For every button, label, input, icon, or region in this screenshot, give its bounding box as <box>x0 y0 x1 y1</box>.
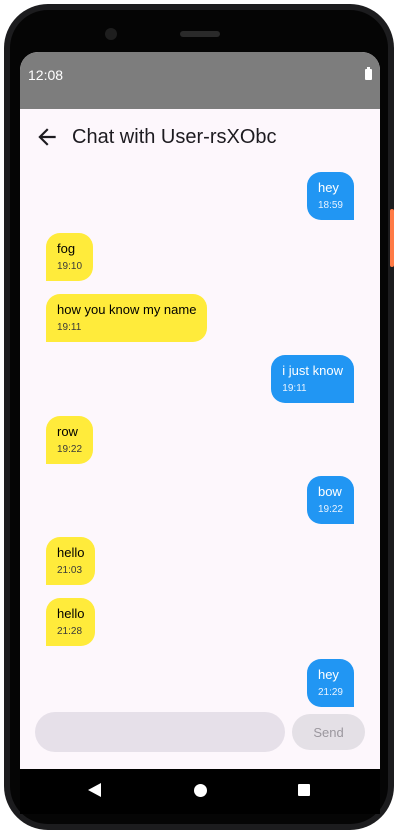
message-time: 19:22 <box>317 504 343 515</box>
message-composer: Send <box>20 712 380 769</box>
message-text: how you know my name <box>57 302 197 317</box>
page-title: Chat with User-rsXObc <box>72 126 277 148</box>
message-text: hey <box>317 180 339 195</box>
nav-back-icon[interactable] <box>88 783 101 797</box>
message-text: bow <box>317 484 342 499</box>
message-time: 21:28 <box>57 626 83 637</box>
message-time: 21:29 <box>317 687 343 698</box>
message-bubble: row 19:22 <box>46 416 94 464</box>
message-bubble: how you know my name 19:11 <box>46 294 208 342</box>
message-text: row <box>57 424 78 439</box>
message-time: 18:59 <box>317 200 343 211</box>
message-text: hello <box>57 545 85 560</box>
status-time: 12:08 <box>28 67 64 83</box>
message-bubble: hey 18:59 <box>306 172 354 220</box>
message-bubble: i just know 19:11 <box>271 355 354 403</box>
front-camera <box>105 28 117 40</box>
message-time: 19:11 <box>57 322 82 333</box>
message-time: 19:10 <box>57 261 83 272</box>
message-bubble: hello 21:03 <box>46 537 96 585</box>
app-bar: Chat with User-rsXObc <box>20 109 380 167</box>
message-text: i just know <box>282 363 343 378</box>
send-button[interactable]: Send <box>292 714 365 750</box>
message-bubble: hey 21:29 <box>306 659 354 707</box>
message-list[interactable]: hey 18:59 fog 19:10 how you know my name… <box>20 167 380 712</box>
status-bar: 12:08 <box>20 52 380 109</box>
power-button <box>390 209 394 267</box>
message-text: hey <box>317 667 339 682</box>
back-arrow-icon[interactable] <box>34 124 60 150</box>
app-screen: 12:08 Chat with User-rsXObc hey 18:59 fo… <box>20 52 380 769</box>
nav-home-icon[interactable] <box>194 784 207 797</box>
message-bubble: hello 21:28 <box>46 598 96 646</box>
battery-icon <box>365 67 372 80</box>
earpiece-speaker <box>180 31 220 37</box>
message-time: 19:22 <box>57 444 83 455</box>
system-nav-bar <box>20 769 380 814</box>
message-bubble: bow 19:22 <box>306 476 354 524</box>
message-text: hello <box>57 606 85 621</box>
message-time: 19:11 <box>282 383 307 394</box>
message-bubble: fog 19:10 <box>46 233 94 281</box>
nav-recents-icon[interactable] <box>298 784 310 796</box>
message-time: 21:03 <box>57 565 83 576</box>
message-input[interactable] <box>35 712 285 752</box>
message-text: fog <box>57 241 76 256</box>
